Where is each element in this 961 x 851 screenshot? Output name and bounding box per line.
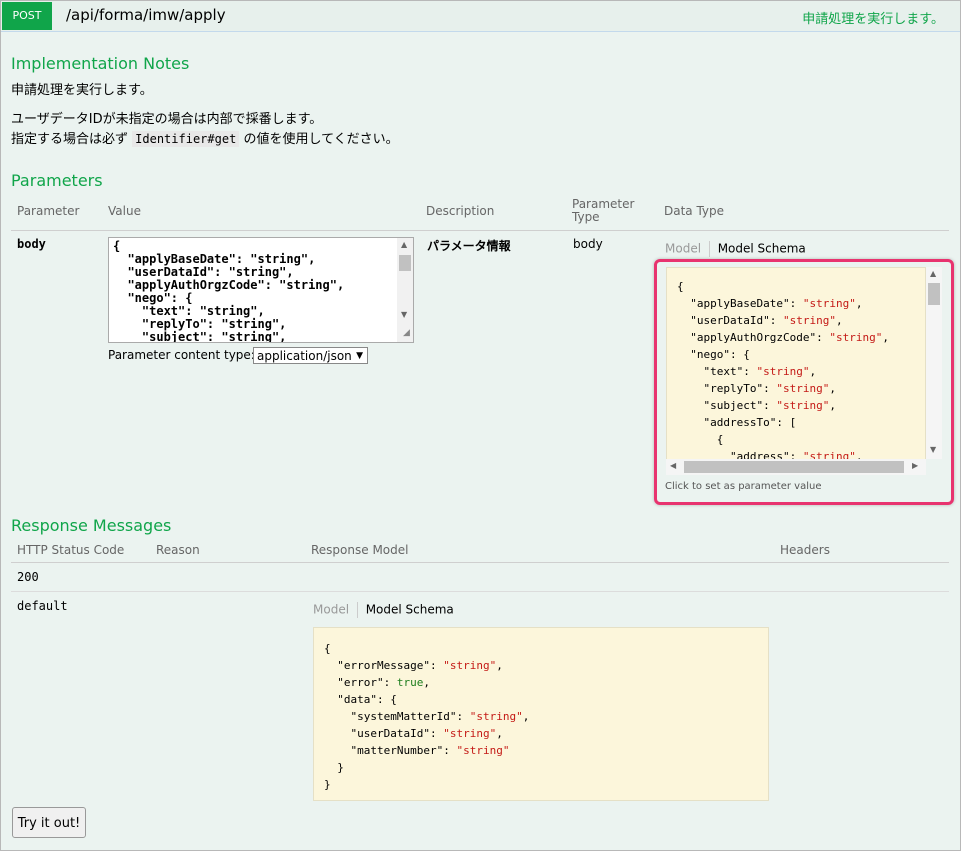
parameters-heading: Parameters	[11, 171, 103, 190]
param-description: パラメータ情報	[427, 239, 511, 253]
response-model-schema-snippet[interactable]: { "errorMessage": "string", "error": tru…	[313, 627, 769, 801]
param-type: body	[573, 237, 603, 251]
col-headers: Headers	[780, 543, 830, 557]
responses-divider	[11, 562, 949, 563]
textarea-scroll-thumb[interactable]	[399, 255, 411, 271]
content-type-value: application/json	[257, 349, 352, 363]
col-response-model: Response Model	[311, 543, 409, 557]
notes-line-3-after: の値を使用してください。	[243, 132, 399, 147]
body-value-textarea[interactable]	[108, 237, 414, 343]
tab-model[interactable]: Model	[313, 603, 349, 617]
col-value: Value	[108, 204, 141, 218]
notes-line-2: ユーザデータIDが未指定の場合は内部で採番します。	[11, 112, 323, 127]
notes-line-3-before: 指定する場合は必ず	[11, 132, 129, 147]
col-reason: Reason	[156, 543, 200, 557]
tab-model-schema[interactable]: Model Schema	[366, 603, 454, 617]
notes-line-1: 申請処理を実行します。	[11, 83, 153, 98]
tab-separator	[356, 602, 358, 618]
scroll-up-icon[interactable]: ▲	[401, 240, 407, 249]
col-description: Description	[426, 204, 495, 218]
operation-summary[interactable]: 申請処理を実行します。	[802, 8, 944, 27]
status-200: 200	[17, 570, 39, 584]
http-method-badge: POST	[2, 2, 52, 30]
content-type-label: Parameter content type:	[108, 348, 255, 362]
operation-path[interactable]: /api/forma/imw/apply	[66, 6, 226, 24]
operation-header[interactable]: POST /api/forma/imw/apply 申請処理を実行します。	[1, 1, 960, 32]
col-parameter: Parameter	[17, 204, 80, 218]
resize-handle-icon[interactable]: ◢	[403, 328, 410, 338]
response-messages-heading: Response Messages	[11, 516, 172, 535]
col-parameter-type: Parameter Type	[572, 197, 635, 224]
param-signature-tabs: Model Model Schema	[665, 241, 806, 257]
notes-inline-code: Identifier#get	[132, 131, 240, 147]
chevron-down-icon: ▼	[356, 351, 363, 361]
tab-separator	[708, 241, 710, 257]
row-divider	[11, 591, 949, 592]
tab-model-schema[interactable]: Model Schema	[718, 242, 806, 256]
content-type-select[interactable]: application/json ▼	[253, 347, 368, 364]
param-name: body	[17, 237, 46, 251]
scroll-down-icon[interactable]: ▼	[401, 310, 407, 319]
operation-panel: POST /api/forma/imw/apply 申請処理を実行します。 Im…	[0, 0, 961, 851]
col-data-type: Data Type	[664, 204, 725, 218]
textarea-scrollbar[interactable]: ▲ ▼ ◢	[397, 238, 413, 342]
parameters-divider	[11, 230, 949, 231]
try-it-out-button[interactable]: Try it out!	[12, 807, 86, 838]
notes-line-3: 指定する場合は必ず Identifier#get の値を使用してください。	[11, 128, 399, 147]
tab-model[interactable]: Model	[665, 242, 701, 256]
implementation-notes-heading: Implementation Notes	[11, 54, 190, 73]
status-default: default	[17, 599, 68, 613]
col-http-status: HTTP Status Code	[17, 543, 125, 557]
highlight-box	[654, 259, 954, 505]
response-signature-tabs: Model Model Schema	[313, 602, 454, 618]
